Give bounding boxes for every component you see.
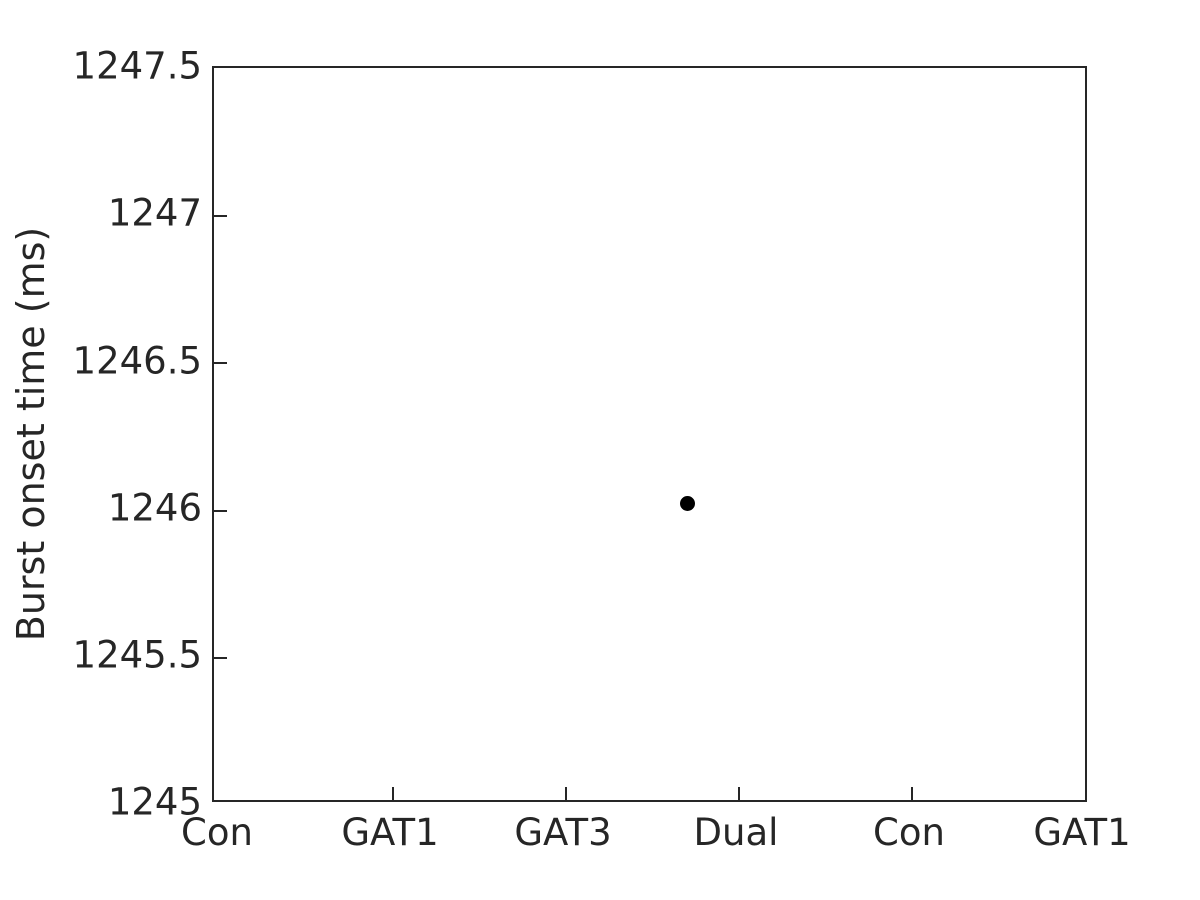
- y-tick-label-4: 1247: [107, 191, 202, 235]
- y-tick-mark-4: [214, 657, 227, 659]
- y-tick-mark-3: [214, 510, 227, 512]
- x-tick-mark-3: [738, 787, 740, 800]
- x-tick-label-5: GAT1: [1033, 811, 1131, 854]
- x-tick-label-1: GAT1: [341, 811, 439, 854]
- data-point: [680, 496, 696, 512]
- x-tick-mark-2: [565, 787, 567, 800]
- x-tick-mark-1: [392, 787, 394, 800]
- y-tick-mark-1: [214, 215, 227, 217]
- figure-canvas: Burst onset time (ms) 1245 1245.5 1246 1…: [0, 0, 1200, 900]
- y-tick-label-5: 1247.5: [72, 44, 202, 88]
- x-tick-mark-4: [911, 787, 913, 800]
- x-tick-label-4: Con: [873, 811, 945, 854]
- y-tick-label-3: 1246.5: [72, 339, 202, 383]
- y-tick-label-1: 1245.5: [72, 633, 202, 677]
- x-tick-label-2: GAT3: [514, 811, 612, 854]
- y-tick-mark-2: [214, 362, 227, 364]
- x-tick-label-0: Con: [181, 811, 253, 854]
- x-tick-label-3: Dual: [693, 811, 779, 854]
- y-axis-title: Burst onset time (ms): [9, 226, 53, 642]
- y-tick-label-2: 1246: [107, 486, 202, 530]
- plot-area: [212, 66, 1087, 802]
